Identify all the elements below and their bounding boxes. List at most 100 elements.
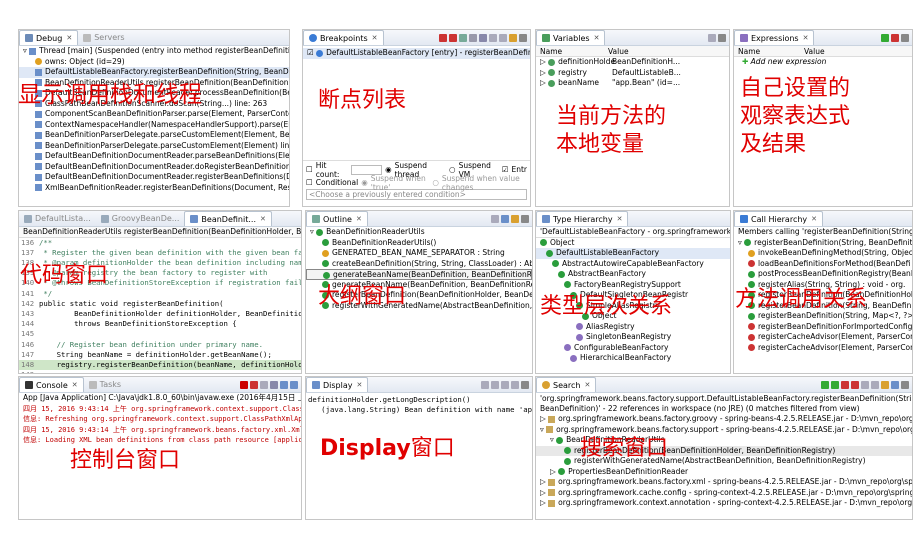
call-item[interactable]: registerBeanDefinitionForImportedConfigu…: [734, 322, 912, 333]
tab-display[interactable]: Display ✕: [306, 377, 369, 393]
code-line[interactable]: 137 * Register the given bean definition…: [19, 248, 301, 258]
stack-frame[interactable]: ContextNamespaceHandler(NamespaceHandler…: [19, 120, 289, 131]
execute-icon[interactable]: [501, 380, 509, 389]
expand-icon[interactable]: ▷: [540, 78, 548, 87]
search-result[interactable]: ▷ org.springframework.beans.factory.groo…: [536, 414, 912, 425]
tab-expressions[interactable]: Expressions ✕: [734, 30, 815, 45]
type-item[interactable]: ConfigurableBeanFactory: [536, 343, 730, 354]
close-icon[interactable]: ✕: [72, 378, 78, 393]
tab-editor-1[interactable]: DefaultLista...: [19, 211, 96, 226]
goto-icon[interactable]: [469, 33, 477, 42]
close-icon[interactable]: ✕: [66, 31, 72, 46]
close-icon[interactable]: ✕: [356, 212, 362, 227]
conditional-checkbox[interactable]: ☐: [306, 178, 313, 187]
remove-icon[interactable]: [439, 33, 447, 42]
code-area[interactable]: 136/** 137 * Register the given bean defi…: [19, 238, 301, 373]
expand-icon[interactable]: ▷: [550, 467, 558, 476]
tab-call-hierarchy[interactable]: Call Hierarchy ✕: [734, 211, 824, 227]
tab-variables[interactable]: Variables ✕: [536, 30, 606, 45]
history-icon[interactable]: [881, 380, 889, 389]
close-icon[interactable]: ✕: [584, 378, 590, 393]
call-item[interactable]: postProcessBeanDefinitionRegistry(BeanDe: [734, 269, 912, 280]
remove-launch-icon[interactable]: [250, 380, 258, 389]
type-item[interactable]: HierarchicalBeanFactory: [536, 353, 730, 364]
skip-icon[interactable]: [479, 33, 487, 42]
stack-frame[interactable]: ComponentScanBeanDefinitionParser.parse(…: [19, 109, 289, 120]
expand-icon[interactable]: ▷: [540, 57, 548, 66]
suspend-true-radio[interactable]: ◉: [361, 178, 368, 187]
collapse-all-icon[interactable]: [871, 380, 879, 389]
remove-all-icon[interactable]: [449, 33, 457, 42]
owns-row[interactable]: owns: Object (id=29): [19, 57, 289, 68]
type-item[interactable]: AbstractBeanFactory: [536, 269, 730, 280]
tab-breakpoints[interactable]: Breakpoints ✕: [303, 30, 384, 45]
expand-icon[interactable]: ▷: [540, 414, 548, 423]
type-item[interactable]: AbstractAutowireCapableBeanFactory: [536, 259, 730, 270]
outline-item[interactable]: createBeanDefinition(String, String, Cla…: [306, 259, 532, 270]
show-icon[interactable]: [459, 33, 467, 42]
stack-frame[interactable]: DefaultBeanDefinitionDocumentReader.doRe…: [19, 162, 289, 173]
collapse-icon[interactable]: [708, 33, 716, 42]
close-icon[interactable]: ✕: [617, 212, 623, 227]
inspect-icon[interactable]: [481, 380, 489, 389]
collapse-all-icon[interactable]: [499, 33, 507, 42]
pin-icon[interactable]: [891, 380, 899, 389]
expand-icon[interactable]: ▷: [540, 498, 548, 507]
code-line[interactable]: 145: [19, 329, 301, 339]
expand-icon[interactable]: ▷: [540, 68, 548, 77]
call-item[interactable]: ▿ registerBeanDefinition(String, BeanDef…: [734, 238, 912, 249]
outline-item[interactable]: BeanDefinitionReaderUtils(): [306, 238, 532, 249]
code-line[interactable]: 142 public static void registerBeanDefini…: [19, 299, 301, 309]
expand-all-icon[interactable]: [861, 380, 869, 389]
close-icon[interactable]: ✕: [260, 212, 266, 227]
tab-console[interactable]: Console ✕: [19, 377, 84, 392]
tab-type-hierarchy[interactable]: Type Hierarchy ✕: [536, 211, 629, 227]
scroll-lock-icon[interactable]: [270, 380, 278, 389]
tab-search[interactable]: Search ✕: [536, 377, 597, 393]
variable-row[interactable]: ▷ registry DefaultListableB...: [536, 68, 729, 79]
variable-row[interactable]: ▷ beanName "app.Bean" (id=...: [536, 78, 729, 89]
display-result-icon[interactable]: [491, 380, 499, 389]
add-expression-row[interactable]: ✚ Add new expression: [734, 57, 912, 68]
outline-item[interactable]: generateBeanName(BeanDefinition, BeanDef…: [306, 269, 532, 280]
code-line[interactable]: 136 /**: [19, 238, 301, 248]
hide-fields-icon[interactable]: [501, 214, 509, 223]
next-icon[interactable]: [821, 380, 829, 389]
call-item[interactable]: registerCacheAdvisor(Element, ParserCont…: [734, 343, 912, 354]
remove-all-icon[interactable]: [851, 380, 859, 389]
view-menu-icon[interactable]: [901, 380, 909, 389]
tab-editor-3[interactable]: BeanDefinit... ✕: [184, 211, 272, 227]
pin-icon[interactable]: [280, 380, 288, 389]
prev-icon[interactable]: [831, 380, 839, 389]
call-item[interactable]: invokeBeanDefiningMethod(String, Object[…: [734, 248, 912, 259]
stack-frame[interactable]: XmlBeanDefinitionReader.registerBeanDefi…: [19, 183, 289, 194]
stack-frame[interactable]: DefaultBeanDefinitionDocumentReader.pars…: [19, 151, 289, 162]
search-result[interactable]: ▷ org.springframework.cache.config - spr…: [536, 488, 912, 499]
type-item[interactable]: DefaultListableBeanFactory: [536, 248, 730, 259]
hit-count-checkbox[interactable]: ☐: [306, 165, 313, 174]
suspend-changes-radio[interactable]: ○: [432, 178, 439, 187]
sort-icon[interactable]: [491, 214, 499, 223]
stack-frame[interactable]: BeanDefinitionParserDelegate.parseCustom…: [19, 130, 289, 141]
call-item[interactable]: loadBeanDefinitionsForMethod(BeanDefi: [734, 259, 912, 270]
hide-static-icon[interactable]: [511, 214, 519, 223]
expand-all-icon[interactable]: [489, 33, 497, 42]
code-line[interactable]: 149: [19, 370, 301, 373]
add-icon[interactable]: [881, 33, 889, 42]
breakpoint-entry[interactable]: ☑ DefaultListableBeanFactory [entry] - r…: [303, 48, 530, 59]
view-menu-icon[interactable]: [901, 33, 909, 42]
outline-item[interactable]: GENERATED_BEAN_NAME_SEPARATOR : String: [306, 248, 532, 259]
close-icon[interactable]: ✕: [357, 378, 363, 393]
clear-icon[interactable]: [511, 380, 519, 389]
breakpoint-checkbox[interactable]: ☑: [307, 48, 316, 57]
close-icon[interactable]: ✕: [811, 212, 817, 227]
open-console-icon[interactable]: [290, 380, 298, 389]
search-result[interactable]: ▷ PropertiesBeanDefinitionReader: [536, 467, 912, 478]
display-line[interactable]: definitionHolder.getLongDescription(): [306, 395, 532, 405]
clear-icon[interactable]: [260, 380, 268, 389]
breadcrumb[interactable]: BeanDefinitionReaderUtils registerBeanDe…: [19, 227, 301, 238]
tab-debug[interactable]: Debug ✕: [19, 30, 79, 46]
type-item[interactable]: SingletonBeanRegistry: [536, 332, 730, 343]
display-line[interactable]: (java.lang.String) Bean definition with …: [306, 405, 532, 415]
outline-item[interactable]: ▿ BeanDefinitionReaderUtils: [306, 227, 532, 238]
